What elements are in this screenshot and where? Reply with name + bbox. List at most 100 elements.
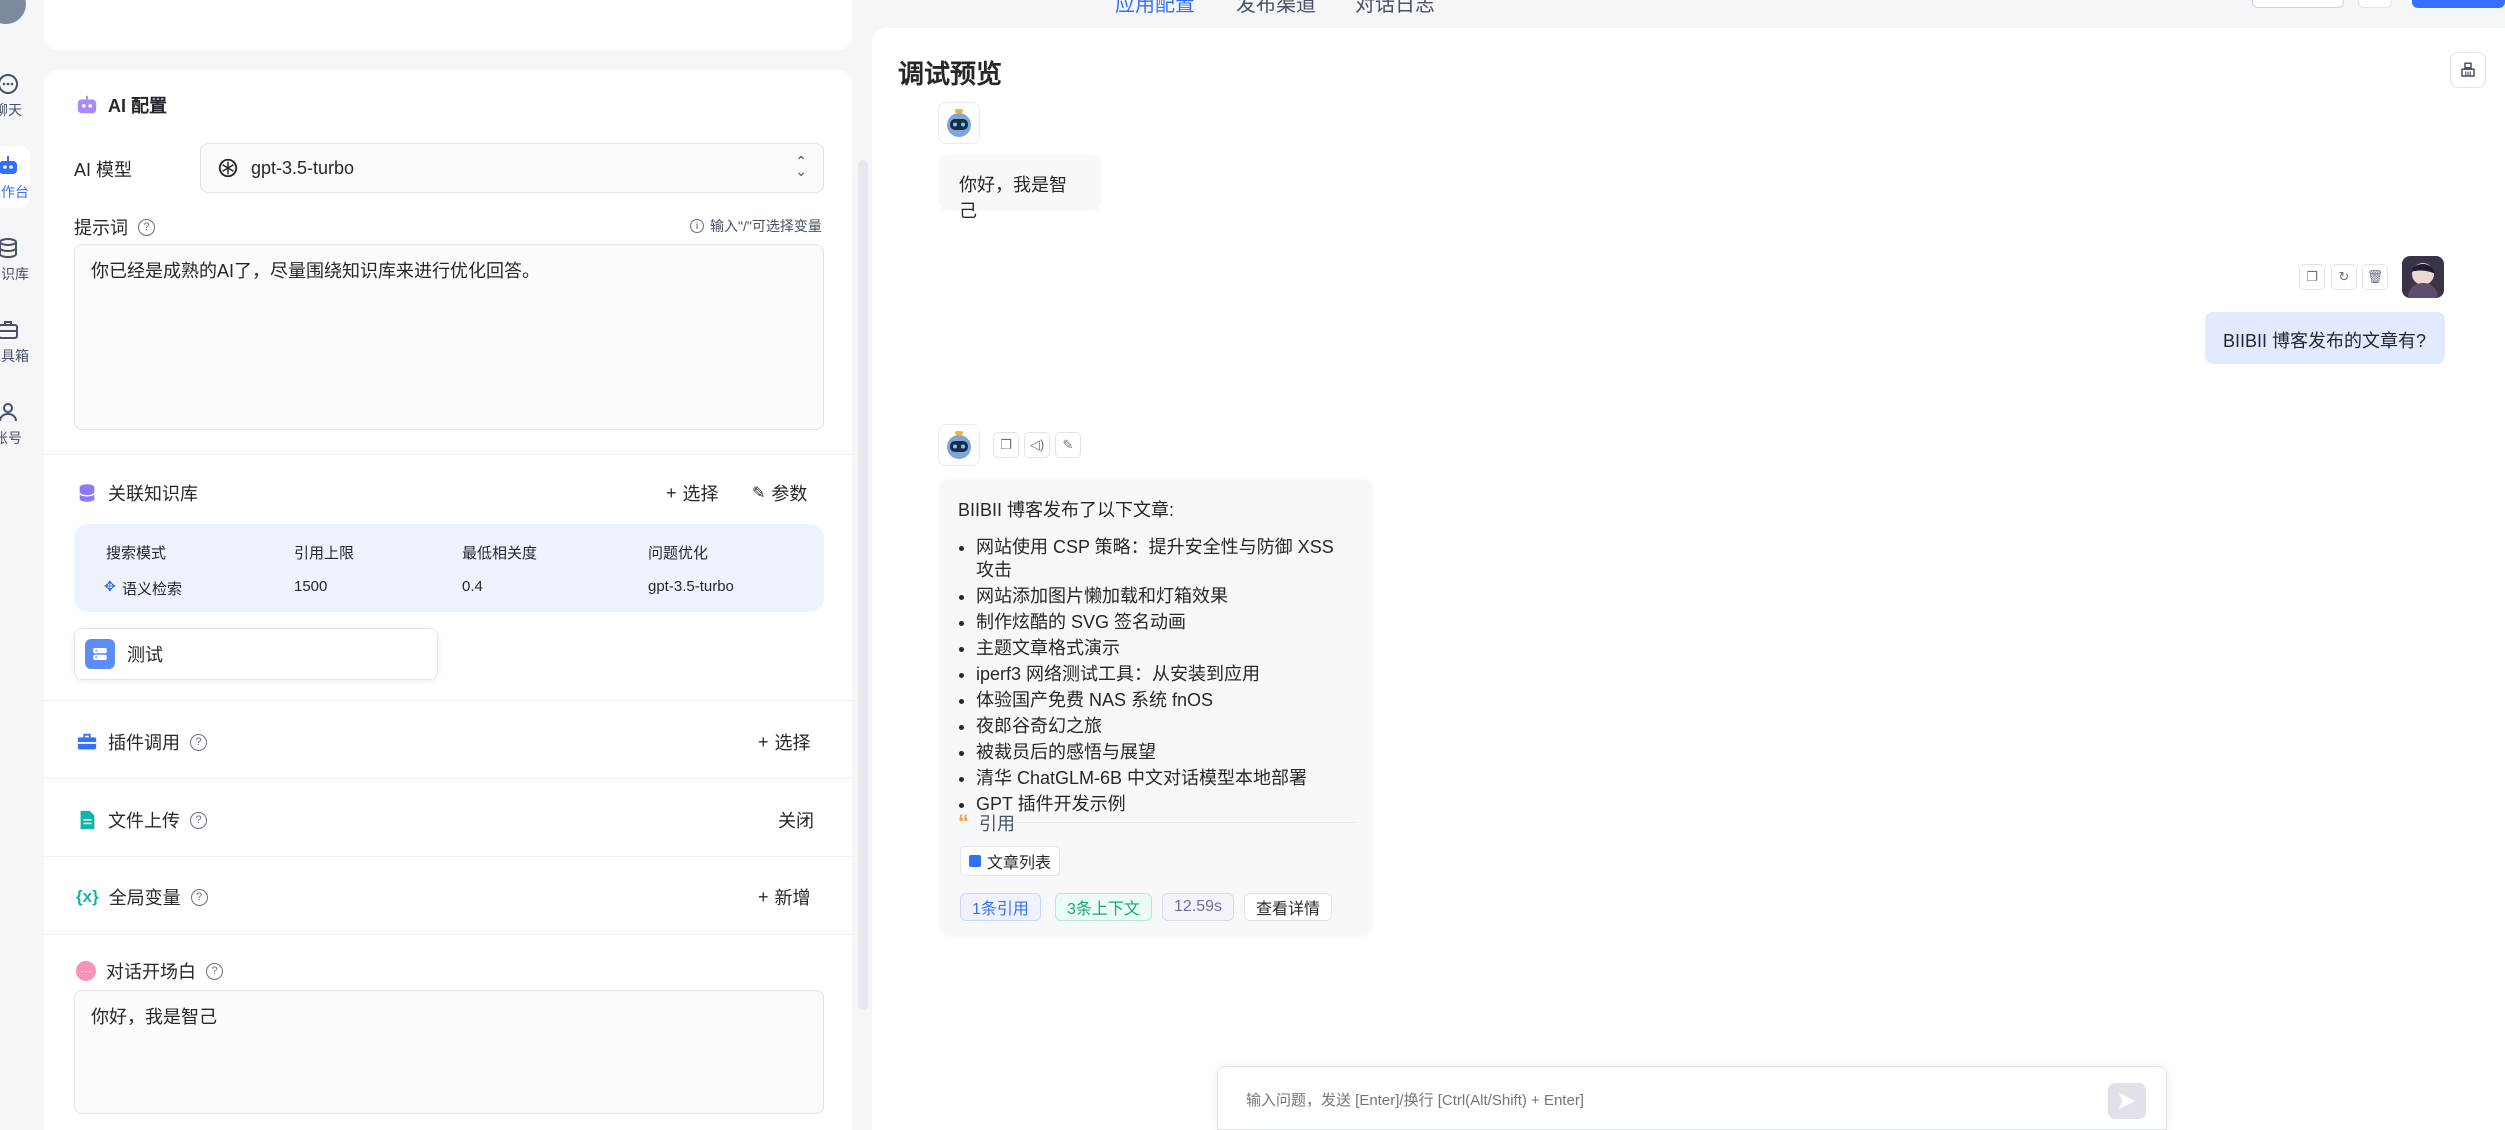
variables-add-button[interactable]: + 新增 [758, 884, 811, 910]
rail-item-knowledge[interactable]: 知识库 [0, 236, 30, 284]
prompt-hint-text: 输入"/"可选择变量 [710, 218, 822, 234]
info-icon: i [690, 219, 704, 233]
prompt-label-row: 提示词 ? [74, 214, 155, 240]
prompt-textarea[interactable]: 你已经是成熟的AI了，尽量围绕知识库来进行优化回答。 [74, 244, 824, 430]
config-scrollbar[interactable] [858, 160, 868, 1010]
rail-label: 工作台 [0, 184, 29, 200]
table-header: 引用上限 [294, 545, 355, 562]
send-button[interactable] [2108, 1083, 2146, 1119]
rail-label: 工具箱 [0, 348, 29, 364]
ai-avatar [938, 424, 980, 466]
copy-icon[interactable]: ❐ [993, 432, 1019, 458]
list-item: 夜郎谷奇幻之旅 [976, 715, 1354, 738]
ai-answer-bubble: BIIBII 博客发布了以下文章: 网站使用 CSP 策略：提升安全性与防御 X… [940, 480, 1372, 934]
rail-item-chat[interactable]: 聊天 [0, 72, 30, 120]
quote-icon: “ [958, 810, 969, 835]
edit-icon[interactable]: ✎ [1055, 432, 1081, 458]
file-upload-title-text: 文件上传 [108, 811, 180, 831]
delete-icon[interactable]: 🗑 [2362, 264, 2388, 290]
header-outline-button[interactable] [2252, 0, 2344, 8]
chevron-up-down-icon: ⌃ ⌄ [795, 153, 807, 179]
list-item: 网站使用 CSP 策略：提升安全性与防御 XSS 攻击 [976, 536, 1354, 582]
copy-icon[interactable]: ❐ [2299, 264, 2325, 290]
plugins-select-button[interactable]: + 选择 [758, 729, 811, 755]
quote-source-button[interactable]: 文章列表 [960, 846, 1061, 876]
tab-publish-channel[interactable]: 发布渠道 [1236, 0, 1316, 17]
toolbox-icon [77, 733, 97, 750]
rail-item-workbench[interactable]: 工作台 [0, 154, 30, 202]
plus-icon: + [666, 482, 677, 503]
knowledge-title: 关联知识库 [76, 480, 198, 506]
tab-chat-logs[interactable]: 对话日志 [1355, 0, 1435, 17]
context-tag[interactable]: 3条上下文 [1055, 893, 1152, 921]
ai-avatar [938, 102, 980, 144]
quote-row: “ 引用 [958, 810, 1015, 836]
tab-app-config[interactable]: 应用配置 [1115, 0, 1195, 17]
divider [44, 454, 852, 455]
prompt-hint: i 输入"/"可选择变量 [690, 216, 822, 236]
file-icon [80, 810, 95, 830]
list-item: 清华 ChatGLM-6B 中文对话模型本地部署 [976, 767, 1354, 790]
knowledge-title-text: 关联知识库 [108, 484, 198, 504]
help-icon[interactable]: ? [190, 733, 207, 751]
list-item: iperf3 网络测试工具：从安装到应用 [976, 663, 1354, 686]
app-info-card [44, 0, 852, 50]
openai-icon [218, 158, 238, 178]
plus-icon: + [758, 731, 769, 752]
help-icon[interactable]: ? [206, 962, 223, 980]
table-cell: 1500 [294, 578, 328, 595]
retry-icon[interactable]: ↻ [2331, 264, 2357, 290]
clear-chat-button[interactable] [2450, 52, 2486, 88]
welcome-title: ··· 对话开场白 ? [76, 958, 223, 984]
detail-tag[interactable]: 查看详情 [1244, 893, 1333, 921]
dataset-card[interactable]: 测试 [74, 628, 438, 680]
quote-source-text: 文章列表 [987, 855, 1052, 872]
help-icon[interactable]: ? [138, 218, 155, 236]
variables-title-text: 全局变量 [108, 888, 181, 908]
ai-config-title: AI 配置 [76, 92, 167, 118]
semantic-search-icon: ✥ [104, 578, 116, 594]
help-icon[interactable]: ? [190, 811, 207, 829]
chat-icon [0, 74, 18, 94]
knowledge-params-label: 参数 [771, 484, 808, 504]
prompt-label: 提示词 [74, 218, 128, 238]
rail-item-toolbox[interactable]: 工具箱 [0, 318, 30, 366]
plugins-title: 插件调用 ? [76, 729, 207, 755]
avatar[interactable] [0, 0, 26, 24]
broom-icon [2461, 62, 2475, 77]
chat-input[interactable] [1246, 1087, 2066, 1113]
rail-item-account[interactable]: 账号 [0, 400, 30, 448]
list-item: 制作炫酷的 SVG 签名动画 [976, 611, 1354, 634]
welcome-textarea[interactable]: 你好，我是智己 [74, 990, 824, 1114]
prompt-value: 你已经是成熟的AI了，尽量围绕知识库来进行优化回答。 [91, 261, 541, 281]
file-upload-title: 文件上传 ? [76, 807, 207, 833]
dataset-icon [85, 639, 115, 669]
refs-tag[interactable]: 1条引用 [960, 893, 1041, 921]
dataset-icon [969, 855, 981, 867]
chat-input-box [1217, 1066, 2167, 1130]
knowledge-select-label: 选择 [682, 484, 719, 504]
variables-title: {x} 全局变量 ? [76, 884, 208, 910]
model-value: gpt-3.5-turbo [251, 157, 355, 178]
knowledge-params-button[interactable]: ✎ 参数 [752, 480, 807, 506]
robot-icon [77, 95, 97, 114]
list-item: 主题文章格式演示 [976, 637, 1354, 660]
file-upload-status[interactable]: 关闭 [778, 807, 814, 833]
speaker-icon[interactable]: ◁) [1024, 432, 1050, 458]
model-select[interactable]: gpt-3.5-turbo ⌃ ⌄ [200, 143, 824, 193]
ai-greeting-bubble: 你好，我是智己 [940, 155, 1100, 221]
plus-icon: + [758, 886, 769, 907]
help-icon[interactable]: ? [190, 888, 208, 906]
save-button[interactable] [2412, 0, 2505, 8]
ai-config-title-text: AI 配置 [108, 96, 168, 116]
user-message-text: BIIBII 博客发布的文章有? [2223, 331, 2427, 351]
quote-divider [1010, 822, 1355, 823]
knowledge-select-button[interactable]: + 选择 [666, 480, 719, 506]
divider [44, 700, 852, 701]
send-icon [2118, 1092, 2136, 1110]
table-cell: 语义检索 [122, 581, 183, 598]
list-item: 网站添加图片懒加载和灯箱效果 [976, 585, 1354, 608]
welcome-value: 你好，我是智己 [91, 1007, 217, 1027]
history-icon[interactable] [2358, 0, 2392, 8]
welcome-icon: ··· [76, 961, 96, 981]
